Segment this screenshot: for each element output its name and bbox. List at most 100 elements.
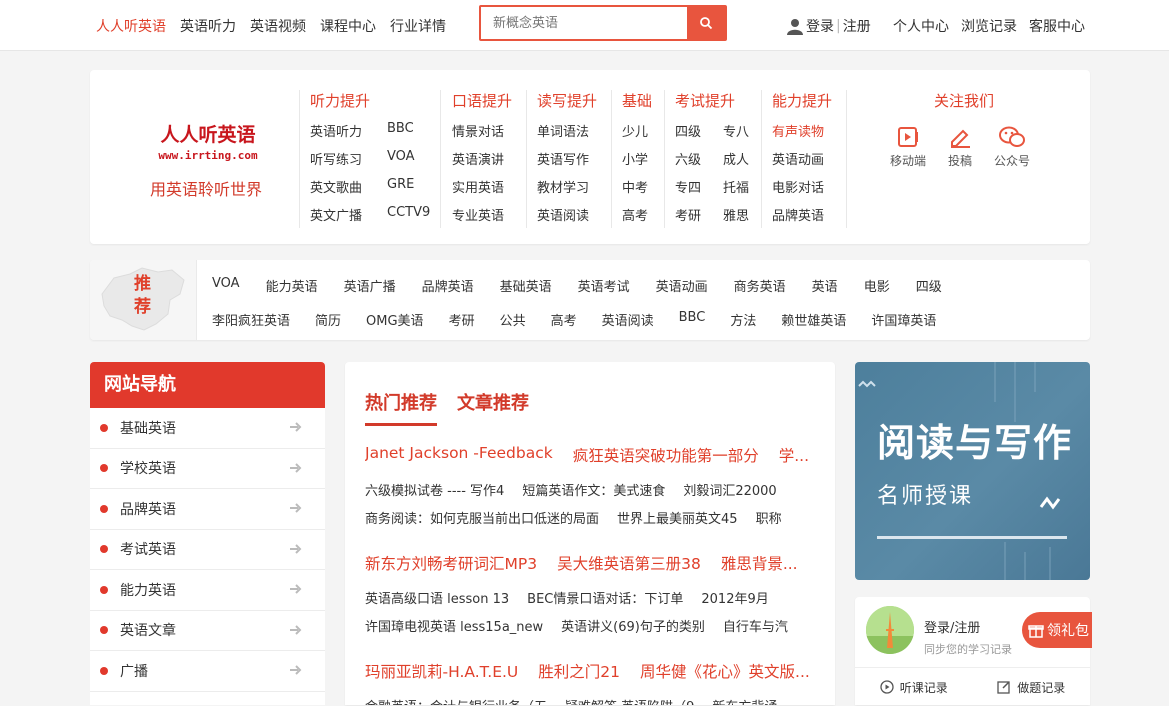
recommend-tag[interactable]: 四级 [916, 276, 942, 295]
site-nav-item[interactable]: 品牌英语 [90, 489, 325, 530]
recommend-tag[interactable]: 英语广播 [344, 276, 396, 295]
recommend-tag[interactable]: 英语考试 [578, 276, 630, 295]
category-link[interactable]: 成人 [723, 149, 763, 168]
category-link[interactable]: 小学 [622, 149, 652, 168]
hot-link[interactable]: 雅思背景... [721, 552, 798, 574]
history-link[interactable]: 浏览记录 [961, 16, 1017, 36]
article-link[interactable]: 短篇英语作文：美式速食 [522, 480, 665, 499]
category-link[interactable]: 英语听力 [310, 121, 387, 140]
category-link[interactable]: 英语阅读 [537, 205, 597, 224]
category-link[interactable]: 英文歌曲 [310, 177, 387, 196]
category-link[interactable]: 六级 [675, 149, 723, 168]
recommend-tag[interactable]: 电影 [864, 276, 890, 295]
category-link[interactable]: 四级 [675, 121, 723, 140]
article-link[interactable]: BEC情景口语对话：下订单 [527, 588, 683, 607]
category-link[interactable]: GRE [387, 177, 447, 196]
gift-button[interactable]: 领礼包 [1022, 612, 1092, 648]
recommend-tag[interactable]: 方法 [730, 310, 756, 329]
category-link[interactable]: 中考 [622, 177, 652, 196]
hot-link[interactable]: 玛丽亚凯莉-H.A.T.E.U [365, 660, 518, 682]
category-link[interactable]: BBC [387, 121, 447, 140]
site-logo[interactable]: 人人听英语 www.irrting.com 用英语聆听世界 [148, 120, 268, 199]
site-nav-item[interactable] [90, 692, 325, 706]
search-input[interactable] [491, 15, 675, 32]
personal-center-link[interactable]: 个人中心 [893, 16, 949, 36]
article-link[interactable]: 2012年9月 [701, 588, 768, 607]
follow-contribute[interactable]: 投稿 [948, 125, 972, 169]
recommend-tag[interactable]: OMG美语 [366, 310, 424, 329]
category-link[interactable]: 考研 [675, 205, 723, 224]
login-register-link[interactable]: 登录/注册 [924, 617, 980, 636]
recommend-tag[interactable]: 品牌英语 [422, 276, 474, 295]
recommend-tag[interactable]: 英语阅读 [602, 310, 654, 329]
article-link[interactable]: 金融英语：会计与银行业务（五 [365, 696, 547, 705]
nav-home[interactable]: 人人听英语 [96, 16, 166, 36]
recommend-tag[interactable]: 能力英语 [266, 276, 318, 295]
hot-link[interactable]: 吴大维英语第三册38 [557, 552, 701, 574]
recommend-tag[interactable]: 简历 [315, 310, 341, 329]
category-link[interactable]: 英语写作 [537, 149, 597, 168]
site-nav-item[interactable]: 英语文章 [90, 611, 325, 651]
hot-link[interactable]: 胜利之门21 [538, 660, 620, 682]
recommend-tag[interactable]: VOA [212, 276, 240, 295]
category-title[interactable]: 基础 [622, 90, 652, 111]
category-title[interactable]: 读写提升 [537, 90, 597, 111]
recommend-tag[interactable]: 英语 [812, 276, 838, 295]
hot-link[interactable]: 新东方刘畅考研词汇MP3 [365, 552, 537, 574]
article-link[interactable]: 六级模拟试卷 ---- 写作4 [365, 480, 504, 499]
article-link[interactable]: 英语讲义(69)句子的类别 [561, 616, 705, 635]
article-link[interactable]: 疑难解答 英语陷阱（9 [565, 696, 694, 705]
recommend-tag[interactable]: 李阳疯狂英语 [212, 310, 290, 329]
practice-record-link[interactable]: 做题记录 [973, 668, 1091, 706]
category-link[interactable]: 实用英语 [452, 177, 512, 196]
category-link[interactable]: 英语动画 [772, 149, 832, 168]
login-link[interactable]: 登录 [806, 16, 834, 36]
category-link[interactable]: 品牌英语 [772, 205, 832, 224]
category-link[interactable]: 英语演讲 [452, 149, 512, 168]
article-link[interactable]: 世界上最美丽英文45 [617, 508, 738, 527]
category-link[interactable]: 少儿 [622, 121, 652, 140]
site-nav-item[interactable]: 广播 [90, 651, 325, 692]
recommend-tag[interactable]: 基础英语 [500, 276, 552, 295]
category-link[interactable]: 托福 [723, 177, 763, 196]
category-link[interactable]: 电影对话 [772, 177, 832, 196]
register-link[interactable]: 注册 [843, 16, 871, 36]
nav-listening[interactable]: 英语听力 [180, 16, 236, 36]
recommend-tag[interactable]: 考研 [449, 310, 475, 329]
article-link[interactable]: 英语高级口语 lesson 13 [365, 588, 509, 607]
category-title[interactable]: 听力提升 [310, 90, 447, 111]
hot-link[interactable]: 周华健《花心》英文版... [640, 660, 810, 682]
category-link[interactable]: 情景对话 [452, 121, 512, 140]
tab-hot[interactable]: 热门推荐 [365, 389, 437, 415]
nav-video[interactable]: 英语视频 [250, 16, 306, 36]
article-link[interactable]: 许国璋电视英语 less15a_new [365, 616, 543, 635]
tab-articles[interactable]: 文章推荐 [457, 389, 529, 415]
promo-banner[interactable]: 阅读与写作 名师授课 [855, 362, 1090, 580]
category-link[interactable]: 有声读物 [772, 121, 832, 140]
category-title[interactable]: 能力提升 [772, 90, 832, 111]
category-link[interactable]: 单词语法 [537, 121, 597, 140]
recommend-tag[interactable]: 公共 [500, 310, 526, 329]
site-nav-item[interactable]: 基础英语 [90, 408, 325, 449]
category-link[interactable]: 专业英语 [452, 205, 512, 224]
category-link[interactable]: 雅思 [723, 205, 763, 224]
article-link[interactable]: 刘毅词汇22000 [683, 480, 776, 499]
category-link[interactable]: CCTV9 [387, 205, 447, 224]
site-nav-item[interactable]: 考试英语 [90, 530, 325, 570]
article-link[interactable]: 商务阅读：如何克服当前出口低迷的局面 [365, 508, 599, 527]
site-nav-item[interactable]: 学校英语 [90, 449, 325, 489]
recommend-tag[interactable]: 高考 [551, 310, 577, 329]
nav-courses[interactable]: 课程中心 [320, 16, 376, 36]
follow-wechat[interactable]: 公众号 [994, 125, 1030, 169]
category-link[interactable]: VOA [387, 149, 447, 168]
category-link[interactable]: 听写练习 [310, 149, 387, 168]
category-link[interactable]: 英文广播 [310, 205, 387, 224]
recommend-tag[interactable]: 英语动画 [656, 276, 708, 295]
article-link[interactable]: 新东方背诵 [712, 696, 777, 705]
category-link[interactable]: 专八 [723, 121, 763, 140]
recommend-tag[interactable]: 许国璋英语 [871, 310, 936, 329]
recommend-tag[interactable]: 赖世雄英语 [781, 310, 846, 329]
article-link[interactable]: 自行车与汽 [723, 616, 788, 635]
search-button[interactable] [687, 7, 725, 39]
site-nav-item[interactable]: 能力英语 [90, 570, 325, 611]
